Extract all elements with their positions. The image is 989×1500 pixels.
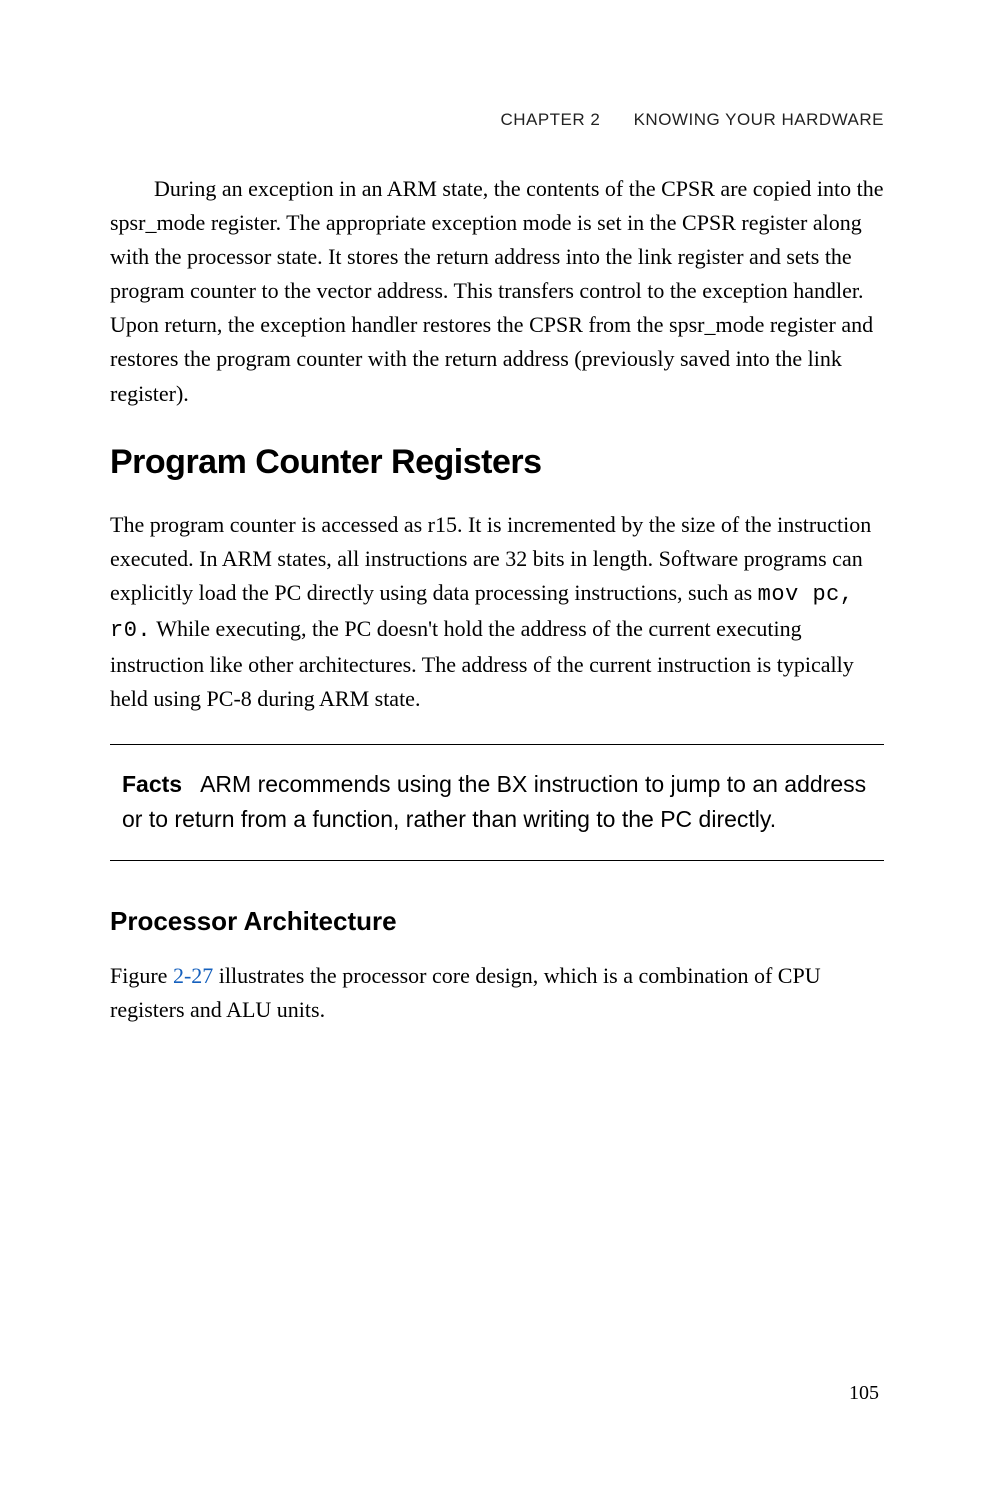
chapter-label: CHAPTER 2 — [500, 110, 600, 129]
para2-text-b: While executing, the PC doesn't hold the… — [110, 616, 854, 711]
para3-text-a: Figure — [110, 963, 173, 988]
body-paragraph-3: Figure 2-27 illustrates the processor co… — [110, 959, 884, 1027]
page-number: 105 — [849, 1382, 879, 1405]
para3-text-b: illustrates the processor core design, w… — [110, 963, 821, 1022]
facts-callout: FactsARM recommends using the BX instruc… — [110, 744, 884, 861]
chapter-title: KNOWING YOUR HARDWARE — [634, 110, 884, 129]
section-heading: Program Counter Registers — [110, 443, 884, 482]
body-paragraph-1: During an exception in an ARM state, the… — [110, 172, 884, 411]
subsection-heading: Processor Architecture — [110, 906, 884, 937]
body-paragraph-2: The program counter is accessed as r15. … — [110, 508, 884, 717]
figure-reference-link[interactable]: 2-27 — [173, 963, 213, 988]
callout-label: Facts — [122, 771, 182, 797]
callout-text: ARM recommends using the BX instruction … — [122, 771, 866, 832]
page-content: CHAPTER 2 KNOWING YOUR HARDWARE During a… — [0, 0, 989, 1027]
running-header: CHAPTER 2 KNOWING YOUR HARDWARE — [110, 110, 884, 130]
